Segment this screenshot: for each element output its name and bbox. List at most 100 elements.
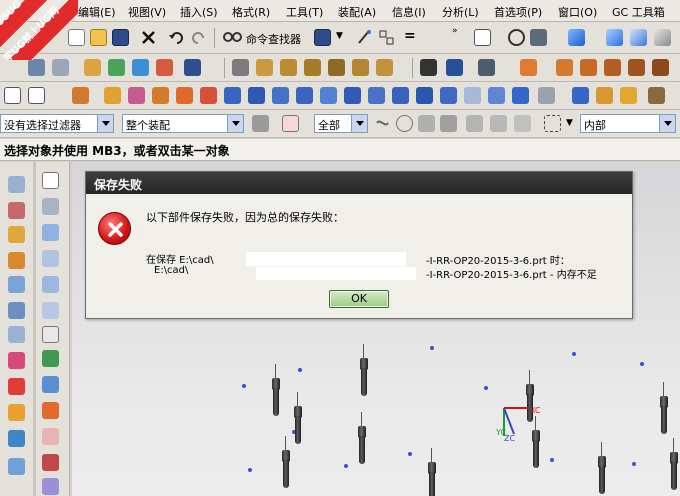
mirror-face-icon[interactable] [440, 87, 457, 104]
pattern-icon[interactable] [72, 87, 89, 104]
save-icon[interactable] [112, 29, 129, 46]
dropdown-arrow-icon[interactable]: ▼ [336, 31, 343, 41]
command-finder-icon[interactable] [222, 29, 244, 46]
pad-icon[interactable] [184, 59, 201, 76]
point-marker[interactable] [242, 384, 246, 388]
point-marker[interactable] [248, 468, 252, 472]
menu-assemblies[interactable]: 装配(A) [338, 4, 376, 20]
blend-icon[interactable] [104, 87, 121, 104]
reorder-blends-icon[interactable] [648, 87, 665, 104]
extrude-icon[interactable] [84, 59, 101, 76]
snap-view-icon[interactable] [474, 29, 491, 46]
web-browser-icon[interactable] [8, 302, 25, 319]
point-marker[interactable] [298, 368, 302, 372]
revolve-icon[interactable] [108, 59, 125, 76]
wcs-triad[interactable]: XC YC ZC [490, 394, 550, 444]
surface-grid-icon[interactable] [328, 59, 345, 76]
menu-insert[interactable]: 插入(S) [180, 4, 218, 20]
sketch-icon[interactable] [28, 59, 45, 76]
offset-region-icon[interactable] [272, 87, 289, 104]
render-style-icon[interactable] [530, 29, 547, 46]
replace-face-icon[interactable] [296, 87, 313, 104]
part-navigator-icon[interactable] [8, 226, 25, 243]
menu-tools[interactable]: 工具(T) [286, 4, 323, 20]
snap-mid-icon[interactable] [418, 115, 435, 132]
subtract-icon[interactable] [42, 302, 59, 319]
shaded-view-icon[interactable] [568, 29, 585, 46]
split-body-icon[interactable] [42, 454, 59, 471]
overflow-chevron-icon[interactable]: » [452, 26, 458, 36]
system-materials-icon[interactable] [8, 352, 25, 369]
process-studio-icon[interactable] [8, 378, 25, 395]
curve-icon[interactable] [232, 59, 249, 76]
make-coplanar-icon[interactable] [488, 87, 505, 104]
pattern-face-icon[interactable] [464, 87, 481, 104]
command-finder-button[interactable]: 命令查找器 [246, 31, 301, 47]
label-notch-icon[interactable] [596, 87, 613, 104]
resize-chamfer-icon[interactable] [620, 87, 637, 104]
history-icon[interactable] [8, 326, 25, 343]
roles-icon[interactable] [8, 430, 25, 447]
point-marker[interactable] [408, 452, 412, 456]
type-filter-dropdown[interactable]: 没有选择过滤器 [0, 114, 114, 133]
assembly-navigator-icon[interactable] [8, 176, 25, 193]
moldbase-icon[interactable] [652, 59, 669, 76]
point-marker[interactable] [632, 462, 636, 466]
offset-surface-icon[interactable] [376, 59, 393, 76]
offset-face-icon[interactable] [42, 402, 59, 419]
trim-body-icon[interactable] [200, 87, 217, 104]
system-scenes-icon[interactable] [8, 458, 25, 475]
manufacturing-wizards-icon[interactable] [8, 404, 25, 421]
linear-dimension-icon[interactable] [538, 87, 555, 104]
menu-preferences[interactable]: 首选项(P) [494, 4, 542, 20]
orient-view-icon[interactable] [606, 29, 623, 46]
assembly-filter-dropdown[interactable]: 内部 [580, 114, 676, 133]
copy-face-icon[interactable] [368, 87, 385, 104]
menu-gc-toolbox[interactable]: GC 工具箱 [612, 4, 665, 20]
front-view-icon[interactable] [654, 29, 671, 46]
point-marker[interactable] [640, 362, 644, 366]
measure-icon[interactable] [420, 59, 437, 76]
plane-icon[interactable] [28, 87, 45, 104]
cut-face-icon[interactable] [392, 87, 409, 104]
boss-icon[interactable] [156, 59, 173, 76]
save-part-icon[interactable] [314, 29, 331, 46]
emboss-icon[interactable] [42, 350, 59, 367]
filter-icon[interactable] [252, 115, 269, 132]
draft-icon[interactable] [152, 87, 169, 104]
ruled-icon[interactable] [304, 59, 321, 76]
point-marker[interactable] [430, 346, 434, 350]
menu-information[interactable]: 信息(I) [392, 4, 426, 20]
rotate-icon[interactable] [508, 29, 525, 46]
trim-sheet-icon[interactable] [42, 428, 59, 445]
parting-icon[interactable] [580, 59, 597, 76]
point-marker[interactable] [484, 386, 488, 390]
move-face-icon[interactable] [224, 87, 241, 104]
equals-icon[interactable]: = [404, 28, 416, 44]
cylinder-icon[interactable] [42, 198, 59, 215]
open-icon[interactable] [90, 29, 107, 46]
intersect-icon[interactable] [42, 326, 59, 343]
point-marker[interactable] [572, 352, 576, 356]
snap-end-icon[interactable] [374, 115, 391, 132]
point-icon[interactable] [4, 87, 21, 104]
swoop-icon[interactable] [352, 59, 369, 76]
sweep-icon[interactable] [256, 59, 273, 76]
hole-icon[interactable] [132, 59, 149, 76]
sew-icon[interactable] [42, 478, 59, 495]
reuse-library-icon[interactable] [8, 252, 25, 269]
selection-scope-dropdown[interactable]: 整个装配 [122, 114, 244, 133]
menu-format[interactable]: 格式(R) [232, 4, 270, 20]
menu-window[interactable]: 窗口(O) [558, 4, 597, 20]
paste-face-icon[interactable] [416, 87, 433, 104]
sphere-icon[interactable] [42, 250, 59, 267]
analysis-icon[interactable] [478, 59, 495, 76]
pencil-icon[interactable] [446, 59, 463, 76]
constraint-navigator-icon[interactable] [8, 202, 25, 219]
through-curves-icon[interactable] [280, 59, 297, 76]
electrode-icon[interactable] [556, 59, 573, 76]
snap-intersection-icon[interactable] [466, 115, 483, 132]
delete-face-icon[interactable] [344, 87, 361, 104]
boolean-icon[interactable] [42, 276, 59, 293]
menu-analysis[interactable]: 分析(L) [442, 4, 479, 20]
